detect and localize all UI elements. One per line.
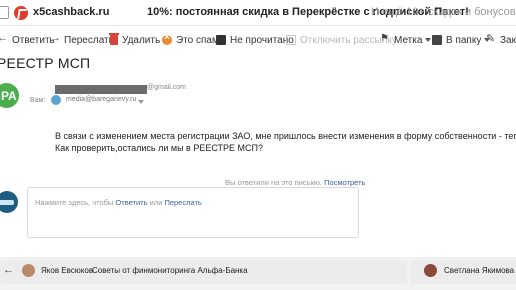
folder-icon (432, 35, 442, 45)
folder-label: В папку (446, 34, 482, 46)
redacted-sender-name (55, 85, 147, 94)
toolbar: Ответить Переслать Удалить Это спам! Не … (0, 28, 516, 52)
forward-button[interactable]: Переслать (50, 28, 114, 52)
replied-note: Вы ответили на это письмо. Посмотреть (225, 178, 365, 187)
chevron-down-icon (425, 38, 432, 42)
letter-body-line: В связи с изменением места регистрации З… (55, 131, 516, 141)
bottom-tab-1-subject: Советы от финмониторинга Альфа-Банка (92, 266, 248, 275)
ad-row[interactable]: x5cashback.ru 10%: постоянная скидка в П… (0, 0, 516, 26)
bottom-tab-1-sender: Яков Евсюков (41, 266, 94, 275)
letter-body-line: Как проверить,остались ли мы в РЕЕСТРЕ М… (55, 143, 264, 153)
spam-button[interactable]: Это спам! (162, 28, 222, 52)
avatar (424, 264, 437, 277)
back-arrow-icon[interactable]: ← (3, 264, 14, 276)
reply-icon (0, 32, 8, 45)
x5-logo-icon (14, 6, 28, 20)
forward-label: Переслать (64, 34, 114, 46)
reply-link[interactable]: Ответить (115, 198, 147, 207)
tag-label: Метка (394, 34, 423, 46)
recipient-label: Вам: (30, 97, 46, 104)
envelope-icon (216, 35, 226, 45)
reply-button[interactable]: Ответить (0, 28, 55, 52)
sender-avatar[interactable]: РА (0, 83, 19, 108)
reply-label: Ответить (12, 34, 55, 46)
sender-domain[interactable]: @gmail.com (147, 84, 186, 91)
chevron-down-icon[interactable] (138, 100, 144, 104)
delete-button[interactable]: Удалить (109, 28, 161, 52)
unsubscribe-icon (286, 35, 296, 45)
hint-prefix: Нажмите здесь, чтобы (35, 198, 114, 207)
ad-snippet: И ещё 10+ скидок и бонусов: доставка, ре… (371, 6, 516, 18)
ad-checkbox[interactable] (0, 6, 9, 19)
quick-reply-box[interactable] (27, 187, 359, 238)
avatar (22, 264, 35, 277)
quick-reply-hint: Нажмите здесь, чтобы Ответить или Пересл… (35, 198, 202, 207)
unread-label: Не прочитано (230, 34, 294, 46)
replied-text: Вы ответили на это письмо. (225, 178, 322, 187)
pin-icon (486, 35, 496, 45)
ad-sender: x5cashback.ru (33, 6, 110, 18)
spam-label: Это спам! (176, 34, 222, 46)
hint-or: или (149, 198, 163, 207)
tag-icon (380, 35, 390, 45)
user-avatar (0, 191, 18, 213)
mail-page: x5cashback.ru 10%: постоянная скидка в П… (0, 0, 516, 290)
trash-icon (109, 33, 119, 45)
forward-icon (50, 35, 60, 45)
view-reply-link[interactable]: Посмотреть (324, 178, 365, 187)
bottom-tab-2-sender: Светлана Якимова Р (444, 266, 515, 275)
pin-label: Закре (500, 34, 516, 46)
recipient-address[interactable]: media@baregarievy.ru (66, 96, 136, 103)
tag-button[interactable]: Метка (380, 28, 432, 52)
recipient-avatar-icon (51, 95, 61, 105)
letter-title: РЕЕСТР МСП (0, 55, 91, 71)
delete-label: Удалить (122, 34, 161, 46)
folder-button[interactable]: В папку (432, 28, 491, 52)
avatar-initials: РА (1, 88, 17, 103)
spam-icon (162, 32, 172, 45)
forward-link[interactable]: Переслать (164, 198, 201, 207)
pin-button[interactable]: Закре (486, 28, 516, 52)
unread-button[interactable]: Не прочитано (216, 28, 294, 52)
